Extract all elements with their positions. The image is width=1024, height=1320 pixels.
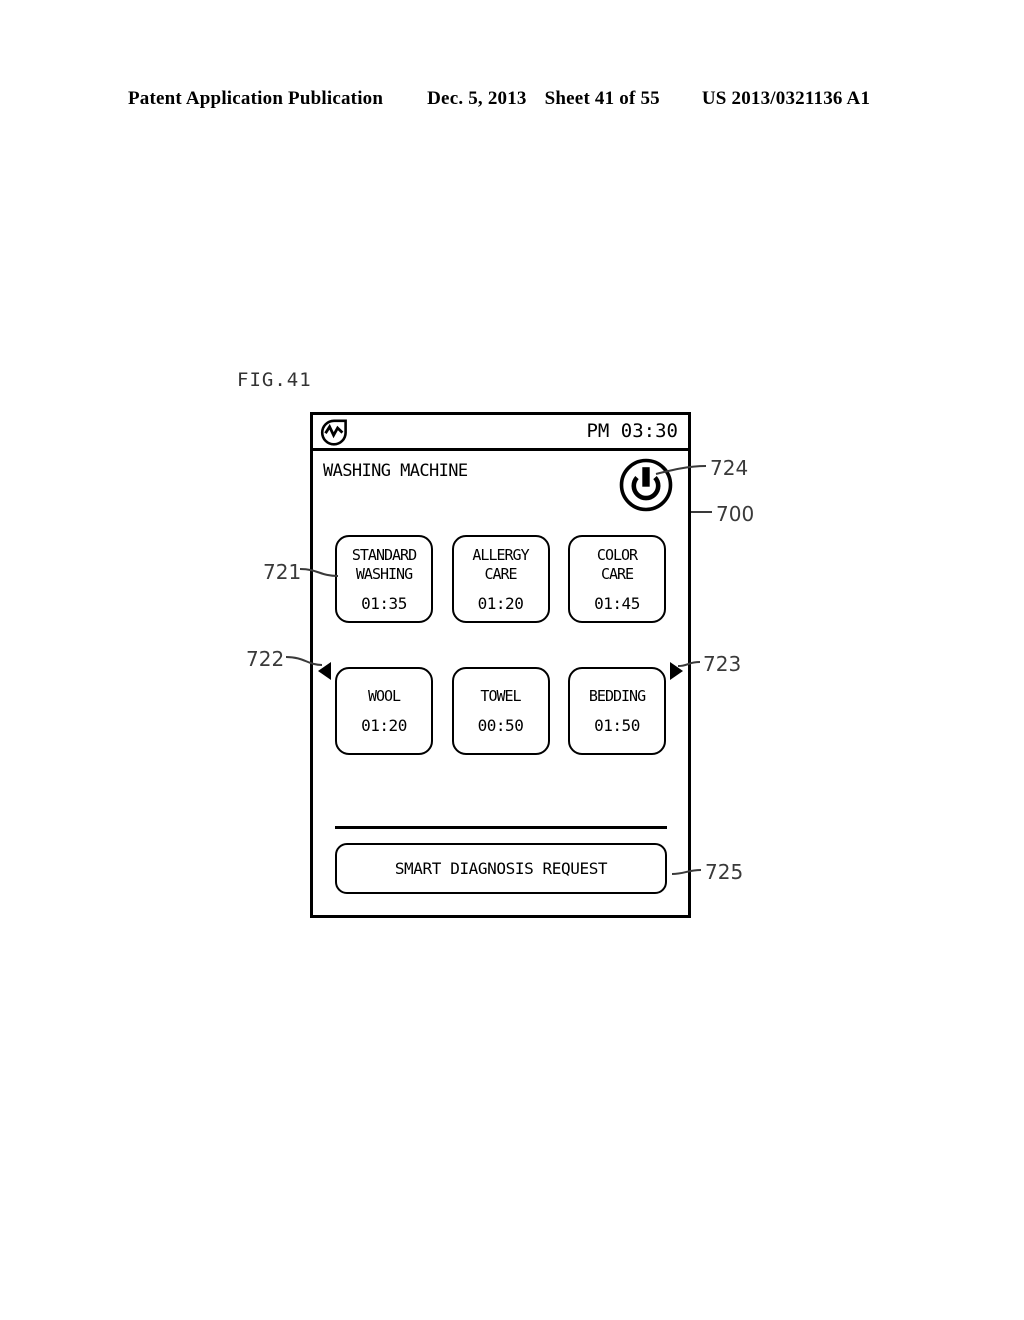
- program-button-towel[interactable]: TOWEL 00:50: [451, 667, 550, 755]
- program-time: 01:35: [361, 593, 407, 613]
- triangle-left-icon[interactable]: [318, 662, 331, 680]
- program-button-allergy-care[interactable]: ALLERGY CARE 01:20: [451, 535, 550, 623]
- program-name: WOOL: [367, 687, 401, 705]
- program-button-bedding[interactable]: BEDDING 01:50: [568, 667, 666, 755]
- program-button-color-care[interactable]: COLOR CARE 01:45: [568, 535, 666, 623]
- mobile-device-screen: PM 03:30 WASHING MACHINE STANDARD WASHIN…: [310, 412, 691, 918]
- program-time: 01:20: [361, 716, 407, 735]
- program-name: ALLERGY CARE: [472, 545, 529, 583]
- program-row-2: WOOL 01:20 TOWEL 00:50 BEDDING 01:50: [321, 667, 680, 755]
- program-button-wool[interactable]: WOOL 01:20: [335, 667, 433, 755]
- device-title-row: WASHING MACHINE: [313, 451, 688, 535]
- reference-numeral-721: 721: [263, 560, 302, 584]
- program-time: 01:45: [594, 593, 640, 613]
- patent-number: US 2013/0321136 A1: [701, 88, 871, 109]
- section-divider: [335, 826, 667, 829]
- smart-diagnosis-request-label: SMART DIAGNOSIS REQUEST: [394, 859, 608, 878]
- figure-label: FIG.41: [237, 369, 312, 391]
- program-grid: STANDARD WASHING 01:35 ALLERGY CARE 01:2…: [313, 535, 688, 755]
- program-name: COLOR CARE: [596, 545, 638, 583]
- program-name: TOWEL: [480, 687, 521, 705]
- reference-numeral-700: 700: [716, 502, 755, 526]
- program-name: BEDDING: [588, 687, 646, 705]
- triangle-right-icon[interactable]: [670, 662, 683, 680]
- status-bar: PM 03:30: [313, 415, 688, 451]
- program-time: 01:50: [594, 716, 640, 735]
- status-bar-time: PM 03:30: [586, 420, 678, 442]
- reference-numeral-723: 723: [703, 652, 742, 676]
- patent-page-header: Patent Application Publication Dec. 5, 2…: [128, 88, 896, 110]
- program-row-1: STANDARD WASHING 01:35 ALLERGY CARE 01:2…: [321, 535, 680, 623]
- brand-wave-shield-icon: [320, 418, 348, 446]
- reference-numeral-722: 722: [246, 647, 285, 671]
- program-time: 00:50: [477, 716, 524, 735]
- program-name: STANDARD WASHING: [351, 545, 417, 583]
- sheet-number: Sheet 41 of 55: [544, 88, 660, 109]
- program-button-standard-washing[interactable]: STANDARD WASHING 01:35: [335, 535, 433, 623]
- power-button[interactable]: [618, 457, 674, 513]
- reference-numeral-725: 725: [705, 860, 744, 884]
- page-title: WASHING MACHINE: [323, 461, 468, 481]
- publication-label: Patent Application Publication: [128, 88, 384, 109]
- program-time: 01:20: [477, 593, 524, 613]
- publication-date: Dec. 5, 2013: [427, 88, 527, 109]
- reference-numeral-724: 724: [710, 456, 749, 480]
- smart-diagnosis-request-button[interactable]: SMART DIAGNOSIS REQUEST: [335, 843, 667, 894]
